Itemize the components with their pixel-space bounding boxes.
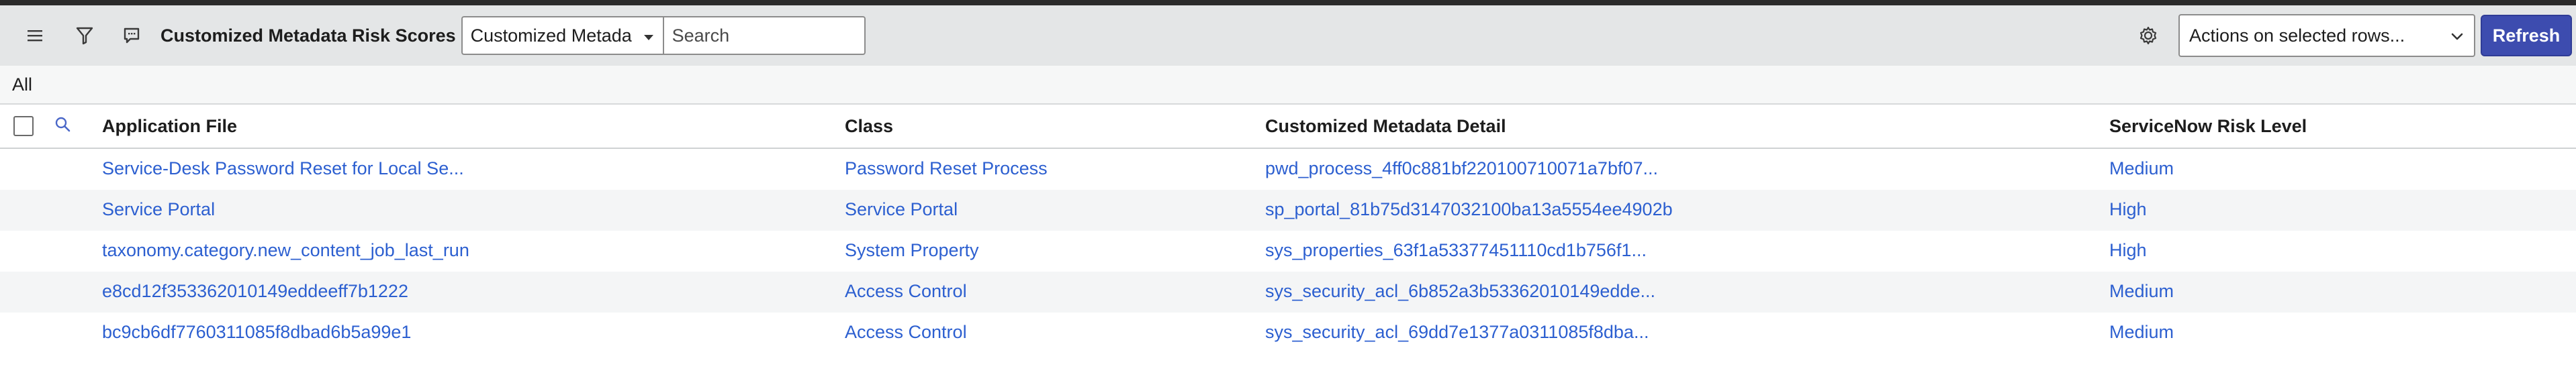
table-row: Service Portal Service Portal sp_portal_…: [0, 190, 2576, 231]
risk-level-link[interactable]: High: [2109, 199, 2147, 220]
class-link[interactable]: Access Control: [845, 281, 967, 302]
column-header-servicenow-risk-level[interactable]: ServiceNow Risk Level: [2109, 116, 2307, 137]
search-input[interactable]: [662, 16, 866, 55]
list-header: Customized Metadata Risk Scores Customiz…: [0, 5, 2576, 66]
select-all-checkbox[interactable]: [13, 116, 34, 136]
application-file-link[interactable]: taxonomy.category.new_content_job_last_r…: [102, 240, 469, 261]
chat-icon[interactable]: [115, 19, 148, 52]
metadata-detail-link[interactable]: sp_portal_81b75d3147032100ba13a5554ee490…: [1265, 199, 1673, 220]
gear-icon[interactable]: [2131, 19, 2165, 52]
search-field-select-value: Customized Metada: [470, 25, 632, 46]
table-body: Service-Desk Password Reset for Local Se…: [0, 149, 2576, 353]
page-title: Customized Metadata Risk Scores: [160, 25, 456, 46]
refresh-button[interactable]: Refresh: [2481, 15, 2572, 56]
metadata-detail-link[interactable]: pwd_process_4ff0c881bf220100710071a7bf07…: [1265, 158, 1658, 179]
column-header-application-file[interactable]: Application File: [102, 116, 237, 137]
column-search-icon[interactable]: [54, 115, 73, 139]
actions-select-value: Actions on selected rows...: [2189, 25, 2405, 46]
class-link[interactable]: Service Portal: [845, 199, 958, 220]
application-file-link[interactable]: bc9cb6df7760311085f8dbad6b5a99e1: [102, 322, 411, 343]
top-strip: [0, 0, 2576, 5]
table-row: Service-Desk Password Reset for Local Se…: [0, 149, 2576, 190]
metadata-detail-link[interactable]: sys_security_acl_69dd7e1377a0311085f8dba…: [1265, 322, 1649, 343]
metadata-detail-link[interactable]: sys_security_acl_6b852a3b53362010149edde…: [1265, 281, 1655, 302]
table-header: Application File Class Customized Metada…: [0, 105, 2576, 149]
class-link[interactable]: System Property: [845, 240, 979, 261]
right-toolbar: Actions on selected rows... Refresh: [2131, 5, 2576, 66]
application-file-link[interactable]: Service Portal: [102, 199, 215, 220]
table-row: e8cd12f353362010149eddeeff7b1222 Access …: [0, 272, 2576, 313]
filter-icon[interactable]: [68, 19, 101, 52]
risk-level-link[interactable]: Medium: [2109, 158, 2174, 179]
class-link[interactable]: Access Control: [845, 322, 967, 343]
caret-down-icon: [643, 35, 653, 40]
risk-level-link[interactable]: Medium: [2109, 322, 2174, 343]
breadcrumb: All: [0, 66, 2576, 105]
table-row: bc9cb6df7760311085f8dbad6b5a99e1 Access …: [0, 313, 2576, 353]
chevron-down-icon: [2451, 33, 2463, 40]
application-file-link[interactable]: Service-Desk Password Reset for Local Se…: [102, 158, 464, 179]
breadcrumb-all[interactable]: All: [12, 74, 32, 95]
risk-level-link[interactable]: High: [2109, 240, 2147, 261]
class-link[interactable]: Password Reset Process: [845, 158, 1048, 179]
column-header-customized-metadata-detail[interactable]: Customized Metadata Detail: [1265, 116, 1506, 137]
search-field-select[interactable]: Customized Metada: [461, 16, 663, 55]
application-file-link[interactable]: e8cd12f353362010149eddeeff7b1222: [102, 281, 408, 302]
table-row: taxonomy.category.new_content_job_last_r…: [0, 231, 2576, 272]
column-header-class[interactable]: Class: [845, 116, 893, 137]
actions-select[interactable]: Actions on selected rows...: [2178, 14, 2475, 57]
metadata-detail-link[interactable]: sys_properties_63f1a53377451110cd1b756f1…: [1265, 240, 1647, 261]
risk-level-link[interactable]: Medium: [2109, 281, 2174, 302]
menu-icon[interactable]: [18, 19, 52, 52]
